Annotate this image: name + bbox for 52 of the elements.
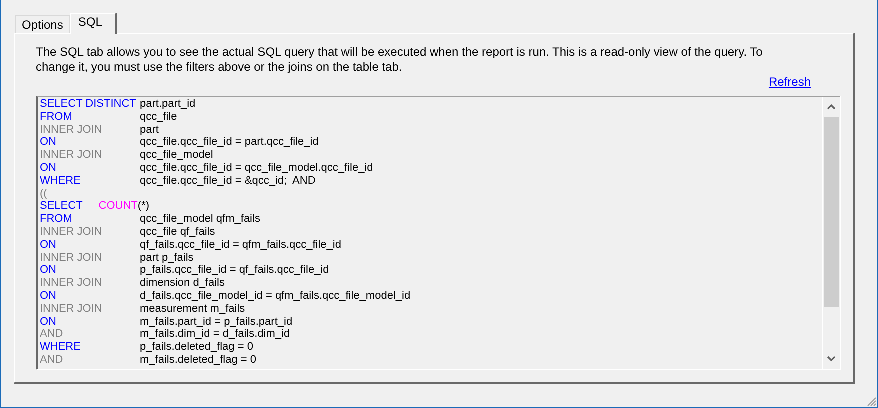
sql-text: qcc_file qf_fails xyxy=(140,226,216,239)
sql-text: qcc_file.qcc_file_id = qcc_file_model.qcc_file_id xyxy=(140,162,374,175)
refresh-link[interactable]: Refresh xyxy=(768,75,811,96)
sql-keyword: ON xyxy=(40,238,58,252)
vertical-scrollbar[interactable] xyxy=(822,97,840,369)
sql-text: part p_fails xyxy=(140,252,194,264)
sql-keyword: ON xyxy=(40,316,58,328)
sql-text: part.part_id xyxy=(140,98,196,111)
sql-text: qcc_file.qcc_file_id = part.qcc_file_id xyxy=(140,136,319,150)
sql-function: COUNT xyxy=(98,200,138,214)
sql-keyword: (( xyxy=(40,188,48,200)
sql-text: d_fails.qcc_file_model_id = qfm_fails.qcc_file_model_id xyxy=(140,290,411,303)
sql-text: qcc_file_model xyxy=(140,149,214,162)
scroll-thumb[interactable] xyxy=(824,117,839,307)
sql-text: dimension d_fails xyxy=(140,277,225,290)
sql-keyword: ON xyxy=(40,290,58,303)
sql-text: m_fails.dim_id = d_fails.dim_id xyxy=(140,328,290,342)
sql-keyword: INNER JOIN xyxy=(40,226,104,239)
sql-text: m_fails.deleted_flag = 0 xyxy=(140,354,256,367)
description-text: The SQL tab allows you to see the actual SQL query that will be executed when the report is run. This is a read-only view of the query. To change it, you must use the filters above or the joins on the table tab. xyxy=(36,45,764,75)
tab[interactable]: Options xyxy=(15,15,70,33)
scroll-down-icon[interactable] xyxy=(827,356,836,362)
sql-keyword: FROM xyxy=(40,110,74,124)
tab[interactable]: SQL xyxy=(70,13,118,34)
sql-keyword: AND xyxy=(40,354,64,367)
sql-keyword: ON xyxy=(40,162,58,175)
sql-text-area[interactable] xyxy=(36,96,841,370)
sql-keyword: SELECT xyxy=(40,200,83,214)
sql-keyword: WHERE xyxy=(40,341,82,354)
sql-keyword: AND xyxy=(40,328,64,342)
sql-text: p_fails.qcc_file_id = qf_fails.qcc_file_id xyxy=(140,264,330,278)
sql-text: qcc_file xyxy=(140,110,178,124)
sql-keyword: ON xyxy=(40,136,58,150)
sql-text: m_fails.part_id = p_fails.part_id xyxy=(140,316,293,328)
sql-keyword: SELECT DISTINCT xyxy=(40,98,138,111)
sql-text: measurement m_fails xyxy=(140,302,246,316)
sql-keyword: WHERE xyxy=(40,174,82,188)
sql-keyword: INNER JOIN xyxy=(40,149,104,162)
sql-text: qcc_file_model qfm_fails xyxy=(140,213,260,226)
sql-text: qf_fails.qcc_file_id = qfm_fails.qcc_file_id xyxy=(140,238,342,252)
sql-keyword: INNER JOIN xyxy=(40,124,104,136)
scroll-up-icon[interactable] xyxy=(827,104,836,110)
sql-keyword: INNER JOIN xyxy=(40,302,104,316)
sql-keyword: FROM xyxy=(40,213,74,226)
sql-text: p_fails.deleted_flag = 0 xyxy=(140,341,254,354)
resize-grip-icon[interactable] xyxy=(865,395,877,407)
sql-keyword: INNER JOIN xyxy=(40,252,104,264)
sql-text: qcc_file.qcc_file_id = &qcc_id; AND xyxy=(140,174,316,188)
sql-keyword: INNER JOIN xyxy=(40,277,104,290)
sql-text: part xyxy=(140,124,159,136)
sql-keyword: ON xyxy=(40,264,58,278)
sql-text: (*) xyxy=(138,200,150,214)
